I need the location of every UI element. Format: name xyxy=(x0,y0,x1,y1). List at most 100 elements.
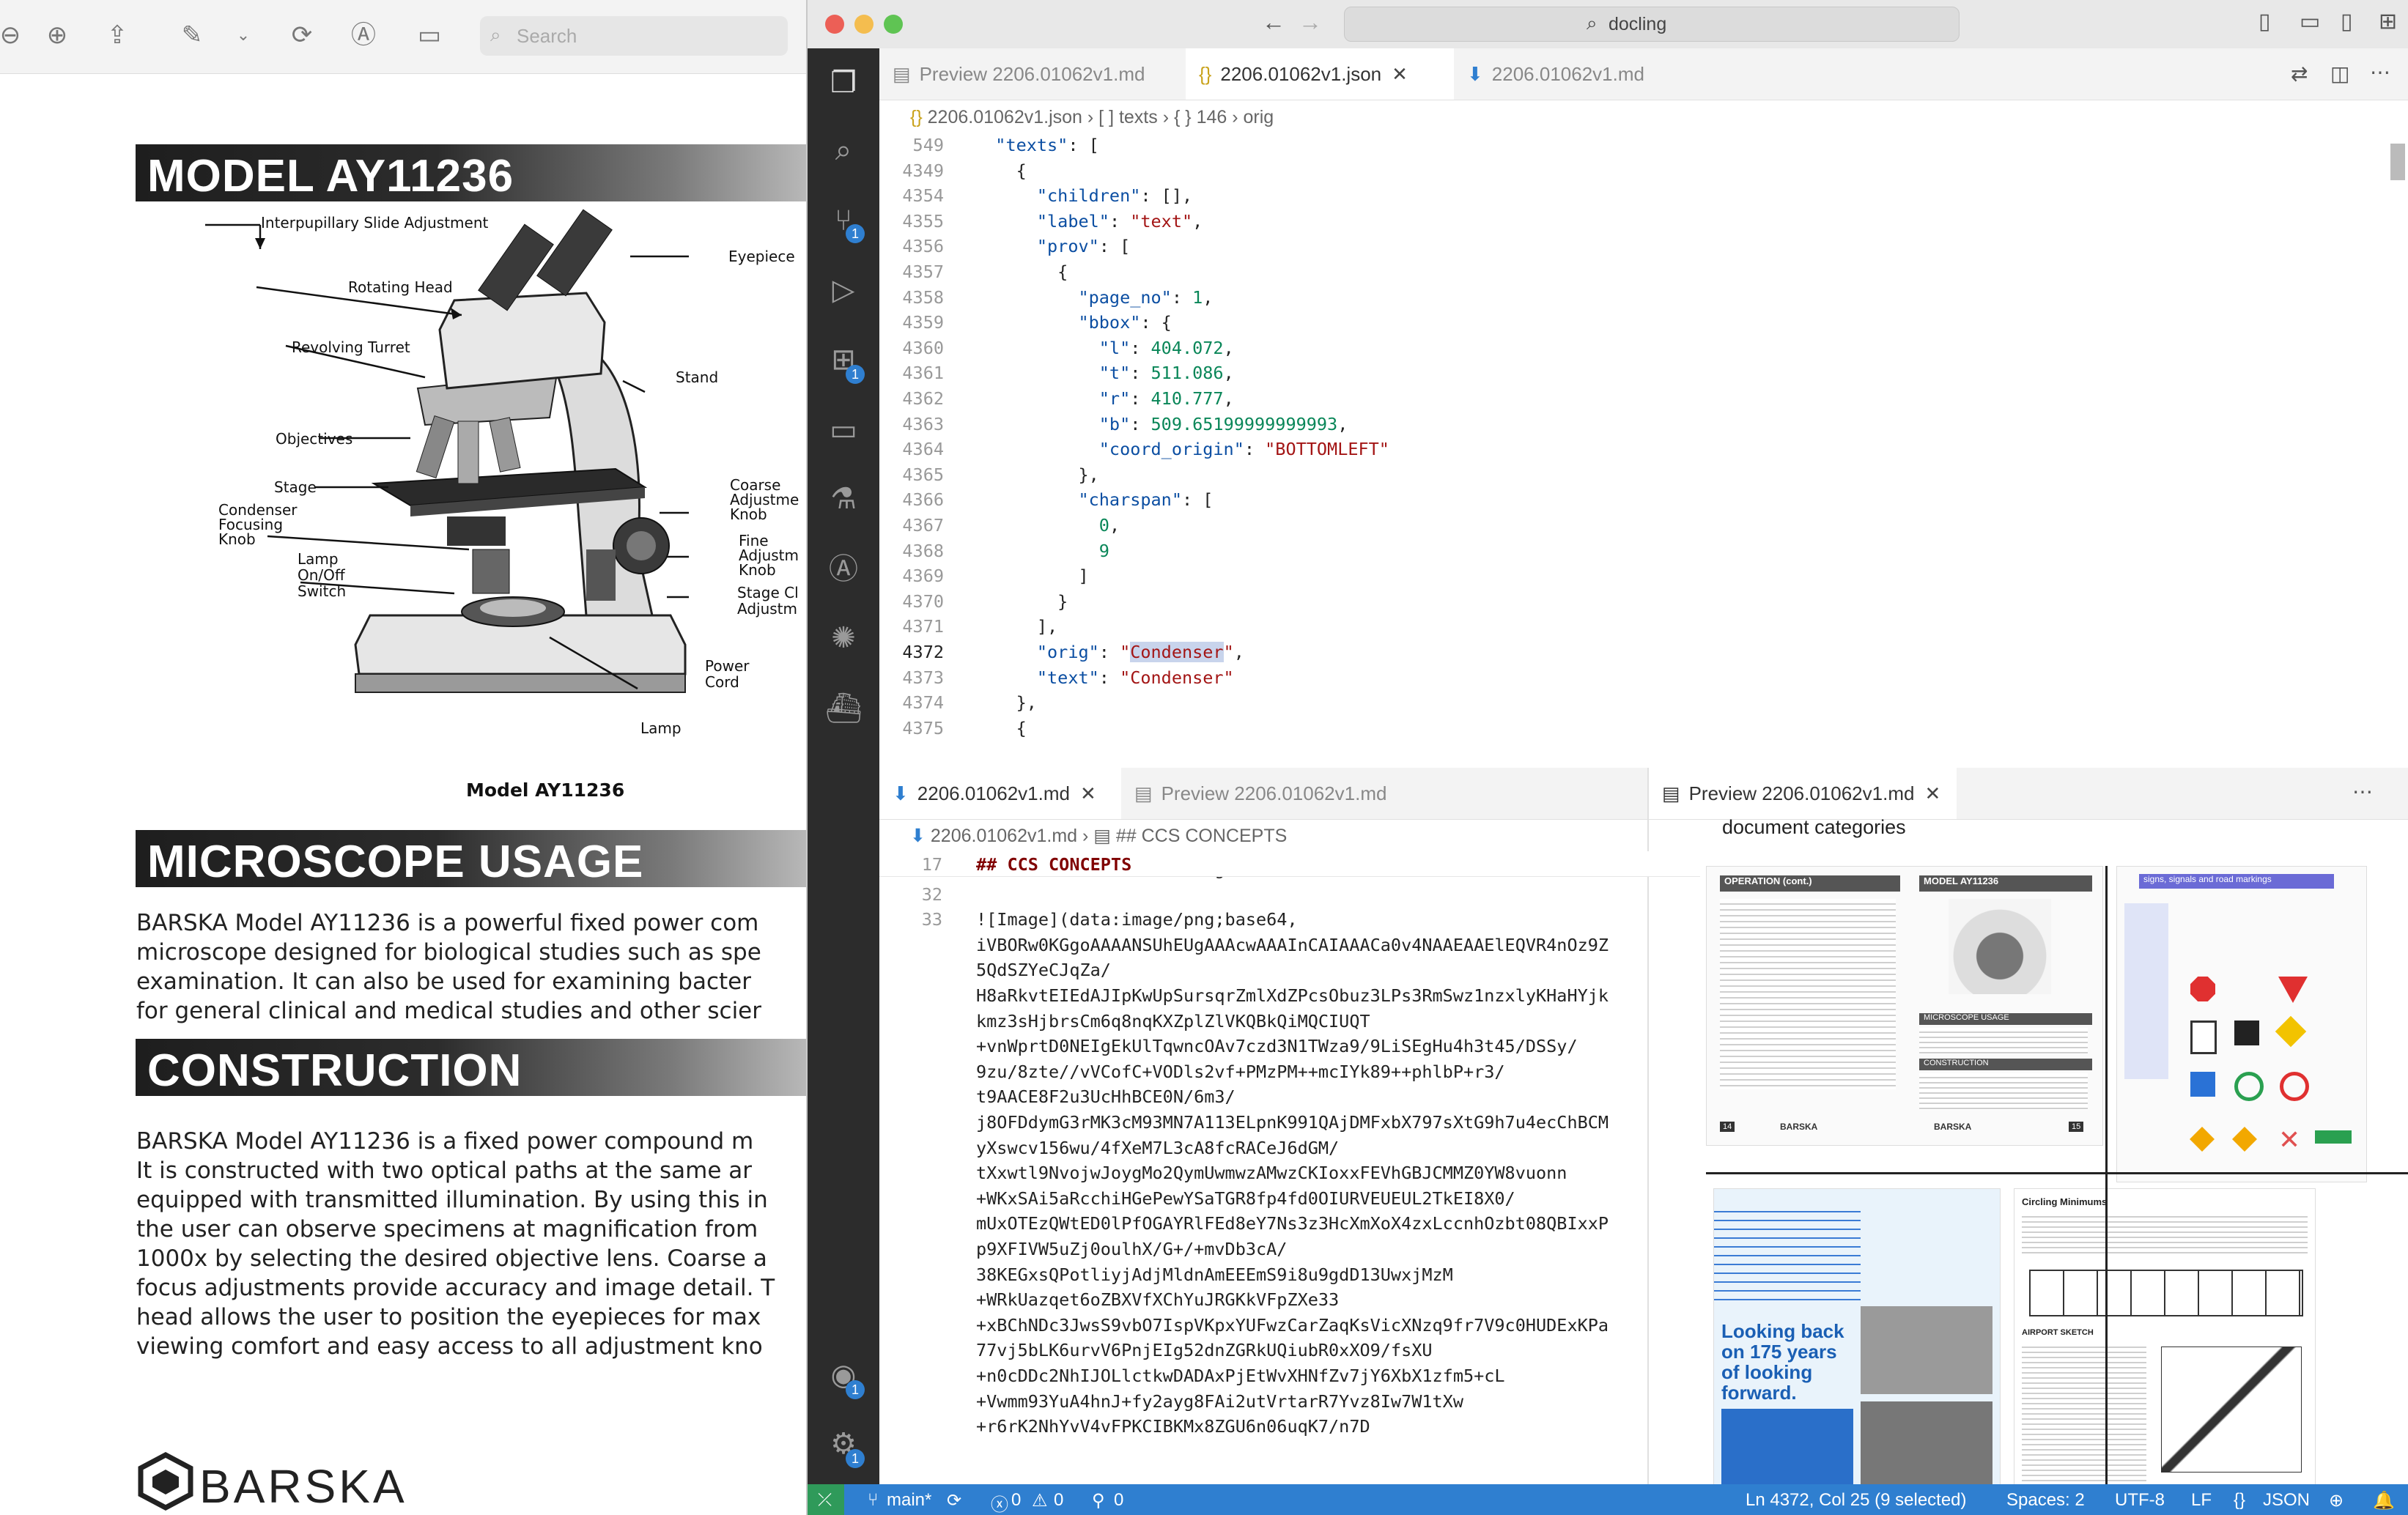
md-editor[interactable]: different document categories3233![Image… xyxy=(879,876,1721,1484)
notifications-bell-icon[interactable]: 🔔 xyxy=(2373,1490,2395,1511)
maximize-window-button[interactable] xyxy=(884,15,903,34)
thumb-section: MICROSCOPE USAGE xyxy=(1919,1013,2092,1025)
yellow-diamond-icon xyxy=(2275,1015,2307,1048)
code-line: 38KEGxsQPotliyjAdjMldnAmEEEmS9i8u9gdD13U… xyxy=(976,1264,1453,1285)
json-editor[interactable]: 549 "texts": [4349 {4354 "children": [],… xyxy=(879,132,2408,768)
cursor-position[interactable]: Ln 4372, Col 25 (9 selected) xyxy=(1746,1490,1967,1511)
rotate-icon[interactable]: ⟳ xyxy=(287,21,317,50)
zoom-out-icon[interactable]: ⊖ xyxy=(0,21,25,50)
docker-icon[interactable]: ⛴ xyxy=(825,690,863,727)
form-fill-icon[interactable]: ▭ xyxy=(415,21,444,50)
testing-icon[interactable]: ⚗ xyxy=(825,481,862,517)
label-adjustme: Adjustme xyxy=(730,491,799,508)
construction-line: viewing comfort and easy access to all a… xyxy=(136,1333,763,1360)
code-line: }, xyxy=(975,692,1037,714)
toggle-secondary-sidebar-icon[interactable]: ▯ xyxy=(2341,9,2353,34)
minimize-window-button[interactable] xyxy=(854,15,874,34)
preview-tab-bar: ▤ Preview 2206.01062v1.md ✕ ⋯ xyxy=(1649,768,2408,820)
construction-paragraph: BARSKA Model AY11236 is a fixed power co… xyxy=(136,1127,806,1361)
tab-json[interactable]: {} 2206.01062v1.json ✕ xyxy=(1186,48,1454,100)
command-center-search[interactable]: ⌕ docling xyxy=(1344,7,1960,42)
customize-layout-icon[interactable]: ⊞ xyxy=(2379,9,2397,34)
line-number: 4365 xyxy=(902,464,944,485)
tab-preview-right[interactable]: ▤ Preview 2206.01062v1.md ✕ xyxy=(1649,768,1957,819)
run-debug-icon[interactable]: ▷ xyxy=(825,272,862,308)
breadcrumb-item[interactable]: ## CCS CONCEPTS xyxy=(1116,826,1287,846)
construction-title: CONSTRUCTION xyxy=(147,1045,522,1096)
breadcrumb-item[interactable]: 2206.01062v1.json xyxy=(928,107,1082,127)
code-line: "page_no": 1, xyxy=(1078,286,1214,308)
remote-explorer-icon[interactable]: ▭ xyxy=(825,412,862,448)
label-power: Power xyxy=(705,657,750,675)
tab-preview-md[interactable]: ▤ Preview 2206.01062v1.md xyxy=(879,48,1186,100)
tab-label: Preview 2206.01062v1.md xyxy=(1688,782,1915,804)
share-icon[interactable]: ⇪ xyxy=(103,21,132,50)
preview-icon: ▤ xyxy=(1134,782,1153,804)
thumb-brand: BARSKA xyxy=(1934,1122,1972,1132)
usage-paragraph: BARSKA Model AY11236 is a powerful fixed… xyxy=(136,908,806,1026)
branch-name[interactable]: main* xyxy=(887,1490,931,1511)
toggle-panel-icon[interactable]: ▭ xyxy=(2300,9,2320,34)
construction-line: focus adjustments provide accuracy and i… xyxy=(136,1275,775,1301)
code-line: "b": 509.65199999999993, xyxy=(1098,413,1348,434)
back-arrow-icon[interactable]: ← xyxy=(1262,9,1285,36)
ports-count[interactable]: 0 xyxy=(1114,1490,1123,1511)
label-stage-adjustm: Adjustm xyxy=(737,600,798,618)
code-line: { xyxy=(975,262,1068,282)
tab-md[interactable]: ⬇ 2206.01062v1.md xyxy=(1454,48,1688,100)
explorer-icon[interactable]: ❐ xyxy=(825,64,862,101)
brain-icon[interactable]: ✺ xyxy=(825,620,862,656)
preview-search-field[interactable]: ⌕ Search xyxy=(480,16,788,56)
search-icon[interactable]: ⌕ xyxy=(825,132,862,168)
label-coarse-knob: Knob xyxy=(730,505,767,523)
thumbnail-magazine: Looking back on 175 years of looking for… xyxy=(1713,1188,2001,1484)
close-icon[interactable]: ✕ xyxy=(1080,782,1096,804)
close-icon[interactable]: ✕ xyxy=(1392,63,1408,85)
thumb-divider xyxy=(2105,866,2108,1484)
zoom-in-icon[interactable]: ⊕ xyxy=(43,21,72,50)
problems-count[interactable]: 0 xyxy=(1011,1490,1021,1511)
remote-indicator-button[interactable]: ⤫ xyxy=(808,1484,844,1515)
label-fine-adjustment: Fine Adjustm Knob xyxy=(739,533,799,577)
encoding[interactable]: UTF-8 xyxy=(2115,1490,2165,1511)
end-of-line[interactable]: LF xyxy=(2191,1490,2212,1511)
language-mode[interactable]: JSON xyxy=(2263,1490,2310,1511)
line-number: 549 xyxy=(912,135,944,155)
heading-icon: ▤ xyxy=(1093,826,1111,846)
extension-a-icon[interactable]: Ⓐ xyxy=(825,551,862,588)
breadcrumb-item[interactable]: orig xyxy=(1244,107,1274,127)
indentation[interactable]: Spaces: 2 xyxy=(2006,1490,2085,1511)
markup-pen-icon[interactable]: ✎ xyxy=(177,21,207,50)
markdown-icon: ⬇ xyxy=(910,826,926,846)
chevron-down-icon[interactable]: ⌄ xyxy=(229,21,258,50)
warnings-count[interactable]: 0 xyxy=(1054,1490,1063,1511)
open-preview-icon[interactable]: ⇄ xyxy=(2291,62,2308,86)
editor-scrollbar[interactable] xyxy=(2390,144,2405,180)
orange-diamond-icon xyxy=(2232,1127,2257,1152)
close-window-button[interactable] xyxy=(825,15,844,34)
code-line: ], xyxy=(975,616,1058,637)
toggle-primary-sidebar-icon[interactable]: ▯ xyxy=(2259,9,2271,34)
forward-arrow-icon[interactable]: → xyxy=(1299,9,1322,36)
breadcrumb-item[interactable]: [ ] texts xyxy=(1098,107,1158,127)
md-sticky-scroll[interactable]: 17 ## CCS CONCEPTS xyxy=(879,851,1700,877)
tab-label: Preview 2206.01062v1.md xyxy=(1161,782,1387,804)
globe-icon[interactable]: ⊕ xyxy=(2329,1490,2344,1511)
code-line: yXswcv156wu/4fXeM7L3cA8fcRACeJ6dGM/ xyxy=(976,1137,1340,1158)
construction-line: head allows the user to position the eye… xyxy=(136,1304,761,1330)
tab-label: 2206.01062v1.md xyxy=(917,782,1070,804)
sync-icon[interactable]: ⟳ xyxy=(947,1490,961,1511)
split-editor-icon[interactable]: ◫ xyxy=(2330,62,2349,86)
speed-sign-icon xyxy=(2190,1021,2217,1054)
preview-window: ⊖ ⊕ ⇪ ✎ ⌄ ⟳ Ⓐ ▭ ⌕ Search MODEL AY11236 I… xyxy=(0,0,806,1515)
tab-md-active[interactable]: ⬇ 2206.01062v1.md ✕ xyxy=(879,768,1121,819)
breadcrumb-item[interactable]: 2206.01062v1.md xyxy=(931,826,1077,846)
line-number: 4375 xyxy=(902,717,944,738)
close-icon[interactable]: ✕ xyxy=(1924,782,1940,804)
tab-md-preview[interactable]: ▤ Preview 2206.01062v1.md xyxy=(1121,768,1429,819)
more-actions-icon[interactable]: ⋯ xyxy=(2370,60,2390,84)
breadcrumb-item[interactable]: { } 146 xyxy=(1174,107,1227,127)
highlight-icon[interactable]: Ⓐ xyxy=(349,21,378,50)
preview-toolbar: ⊖ ⊕ ⇪ ✎ ⌄ ⟳ Ⓐ ▭ ⌕ Search xyxy=(0,0,806,74)
more-actions-icon[interactable]: ⋯ xyxy=(2352,779,2373,804)
